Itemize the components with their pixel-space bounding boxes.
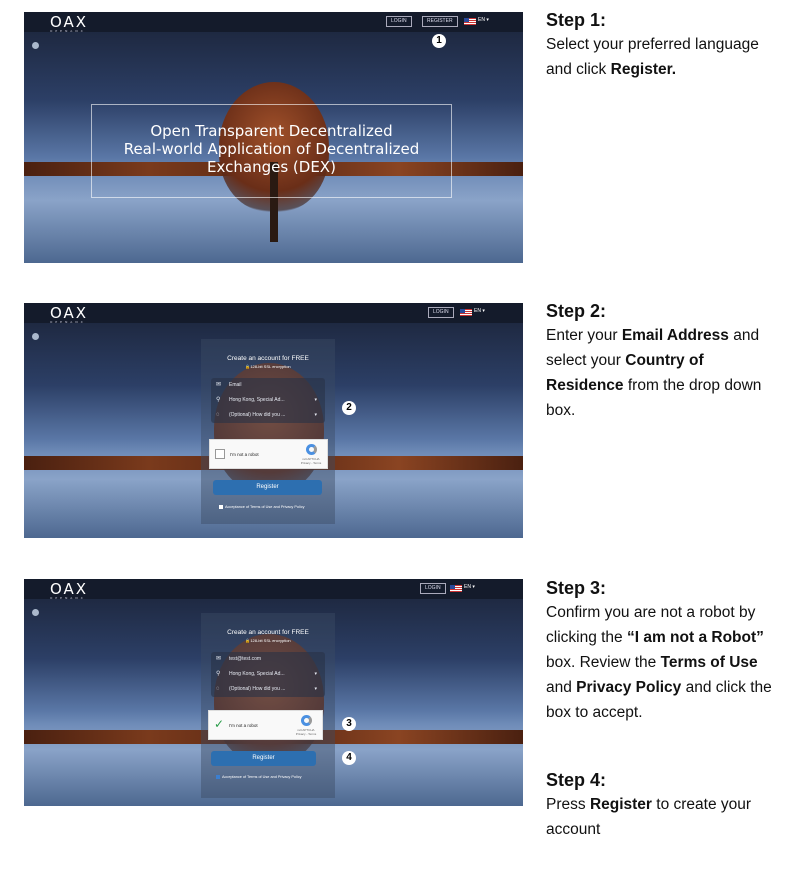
step-title: Step 3:	[546, 578, 607, 598]
envelope-icon: ✉	[216, 656, 222, 662]
oax-logo: OAX OPENANX	[50, 13, 89, 33]
country-select[interactable]: ⚲ Hong Kong, Special Ad... ▾	[211, 393, 325, 408]
chevron-down-icon: ▾	[314, 412, 317, 418]
email-input[interactable]: ✉ test@test.com	[211, 652, 325, 667]
hero-line-1: Open Transparent Decentralized	[150, 122, 393, 140]
globe-icon	[32, 42, 39, 49]
referral-select[interactable]: ◌ (Optional) How did you ... ▾	[211, 682, 325, 697]
step-4-text: Step 4: Press Register to create your ac…	[546, 768, 786, 842]
checkmark-icon[interactable]: ✓	[214, 717, 224, 731]
step-3-text: Step 3: Confirm you are not a robot by c…	[546, 576, 786, 725]
language-select[interactable]: EN ▾	[474, 308, 485, 314]
globe-icon	[32, 609, 39, 616]
captcha-label: I'm not a robot	[230, 452, 259, 457]
terms-checkbox[interactable]: Acceptance of Terms of Use and Privacy P…	[216, 775, 302, 779]
form-title: Create an account for FREE	[227, 629, 309, 636]
ssl-note: 🔒128-bit SSL encryption	[245, 364, 291, 369]
terms-checkbox[interactable]: Acceptance of Terms of Use and Privacy P…	[219, 505, 305, 509]
envelope-icon: ✉	[216, 382, 222, 388]
us-flag-icon[interactable]	[464, 18, 476, 25]
oax-logo: OAX OPENANX	[50, 304, 89, 324]
step-title: Step 1:	[546, 10, 607, 30]
register-form: Create an account for FREE 🔒128-bit SSL …	[201, 613, 335, 798]
register-button[interactable]: REGISTER	[422, 16, 458, 27]
language-select[interactable]: EN ▾	[464, 584, 475, 590]
screenshot-step-1: OAX OPENANX LOGIN REGISTER EN ▾ Open Tran…	[24, 12, 523, 263]
step-title: Step 4:	[546, 770, 607, 790]
chevron-down-icon: ▾	[314, 397, 317, 403]
login-button[interactable]: LOGIN	[386, 16, 412, 27]
captcha-label: I'm not a robot	[229, 723, 258, 728]
callout-badge-3: 3	[342, 717, 356, 731]
chat-icon: ◌	[216, 686, 220, 692]
recaptcha-widget[interactable]: ✓ I'm not a robot reCAPTCHA Privacy - Ter…	[208, 710, 323, 740]
hero-banner: Open Transparent Decentralized Real-worl…	[91, 104, 452, 198]
referral-select[interactable]: ◌ (Optional) How did you ... ▾	[211, 408, 325, 423]
location-pin-icon: ⚲	[216, 397, 221, 403]
chevron-down-icon: ▾	[314, 686, 317, 692]
chevron-down-icon: ▾	[314, 671, 317, 677]
chat-icon: ◌	[216, 412, 220, 418]
recaptcha-logo: reCAPTCHA Privacy - Terms	[295, 715, 317, 736]
oax-logo: OAX OPENANX	[50, 580, 89, 600]
hero-line-2: Real-world Application of Decentralized	[123, 140, 420, 158]
register-submit-button[interactable]: Register	[213, 480, 322, 495]
recaptcha-widget[interactable]: I'm not a robot reCAPTCHA Privacy - Terms	[209, 439, 328, 469]
us-flag-icon[interactable]	[450, 585, 462, 592]
form-title: Create an account for FREE	[227, 355, 309, 362]
callout-badge-4: 4	[342, 751, 356, 765]
register-submit-button[interactable]: Register	[211, 751, 316, 766]
login-button[interactable]: LOGIN	[428, 307, 454, 318]
step-2-text: Step 2: Enter your Email Address and sel…	[546, 299, 786, 423]
callout-badge-1: 1	[432, 34, 446, 48]
step-1-text: Step 1: Select your preferred language a…	[546, 8, 786, 82]
navbar: OAX OPENANX LOGIN REGISTER EN ▾	[24, 12, 523, 33]
hero-line-3: Exchanges (DEX)	[207, 158, 336, 176]
ssl-note: 🔒128-bit SSL encryption	[245, 638, 291, 643]
captcha-checkbox[interactable]	[215, 449, 225, 459]
navbar: OAX OPENANX LOGIN EN ▾	[24, 579, 523, 600]
globe-icon	[32, 333, 39, 340]
country-select[interactable]: ⚲ Hong Kong, Special Ad... ▾	[211, 667, 325, 682]
login-button[interactable]: LOGIN	[420, 583, 446, 594]
recaptcha-logo: reCAPTCHA Privacy - Terms	[300, 444, 322, 465]
navbar: OAX OPENANX LOGIN EN ▾	[24, 303, 523, 324]
register-form: Create an account for FREE 🔒128-bit SSL …	[201, 339, 335, 524]
screenshot-step-3-4: OAX OPENANX LOGIN EN ▾ Create an account …	[24, 579, 523, 806]
language-select[interactable]: EN ▾	[478, 17, 489, 23]
callout-badge-2: 2	[342, 401, 356, 415]
screenshot-step-2: OAX OPENANX LOGIN EN ▾ Create an account …	[24, 303, 523, 538]
us-flag-icon[interactable]	[460, 309, 472, 316]
step-title: Step 2:	[546, 301, 607, 321]
location-pin-icon: ⚲	[216, 671, 221, 677]
email-input[interactable]: ✉ Email	[211, 378, 325, 393]
